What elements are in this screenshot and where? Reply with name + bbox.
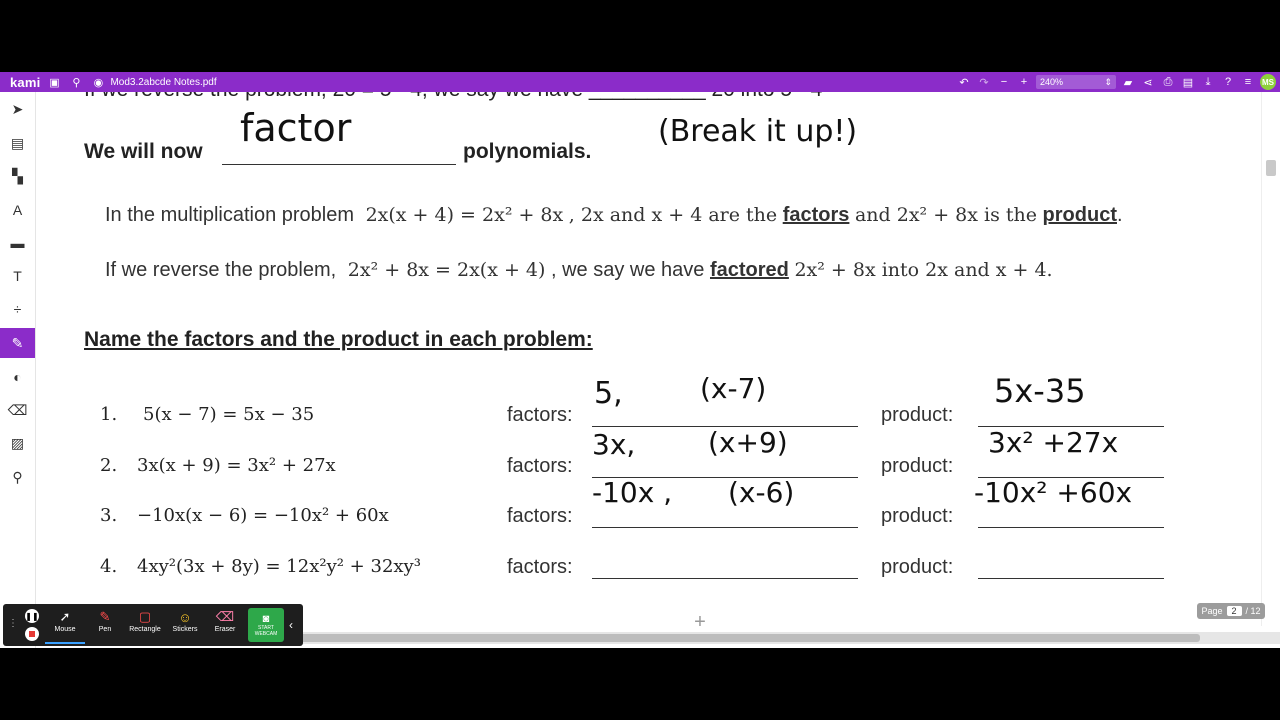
comment-tool-icon[interactable]: ▬ (0, 228, 35, 258)
rectangle-button[interactable]: ▢ Rectangle (125, 608, 165, 642)
horizontal-scroll-thumb[interactable] (300, 634, 1200, 642)
handwritten-factor-1: -10x , (592, 476, 673, 509)
eraser-button[interactable]: ⌫ Eraser (205, 608, 245, 642)
print-icon[interactable]: ⎙ (1160, 76, 1176, 89)
zoom-in-icon[interactable]: + (1016, 76, 1032, 88)
share-icon[interactable]: ⋖ (1140, 76, 1156, 89)
horizontal-scrollbar[interactable] (300, 632, 1280, 644)
text-tool-icon[interactable]: T (0, 261, 35, 291)
search-icon[interactable]: ⚲ (68, 76, 84, 89)
handwritten-factor-1: 5, (594, 376, 623, 411)
reverse-line: If we reverse the problem, 2x² + 8x = 2x… (105, 259, 1053, 281)
problem-equation: 4xy²(3x + 8y) = 12x²y² + 32xy³ (137, 556, 421, 577)
redo-icon[interactable]: ↷ (976, 76, 992, 89)
multiplication-line: In the multiplication problem 2x(x + 4) … (105, 204, 1123, 226)
download-icon[interactable]: ⤓ (1200, 76, 1216, 89)
equation-tool-icon[interactable]: ÷ (0, 294, 35, 324)
stop-button[interactable] (25, 627, 39, 641)
collapse-chevron-icon[interactable]: ‹ (289, 618, 293, 632)
signature-tool-icon[interactable]: ⚲ (0, 462, 35, 492)
product-line (978, 527, 1164, 528)
intro-blank-line (222, 164, 456, 165)
help-icon[interactable]: ? (1220, 76, 1236, 88)
zoom-select[interactable]: 240% ⇕ (1036, 75, 1116, 89)
handwritten-factor-2: (x+9) (708, 426, 788, 459)
left-toolbar: ➤ ▤ ▚ A ▬ T ÷ ✎ ◐ ⌫ ▨ ⚲ (0, 92, 36, 648)
kami-app: kami ▣ ⚲ ◉ Mod3.2abcde Notes.pdf ↶ ↷ − +… (0, 72, 1280, 648)
avatar[interactable]: MS (1260, 74, 1276, 90)
vertical-scrollbar[interactable] (1261, 92, 1280, 626)
handwritten-product: 5x-35 (994, 372, 1086, 410)
menu-icon[interactable]: ≡ (1240, 76, 1256, 88)
chevron-updown-icon: ⇕ (1104, 76, 1112, 87)
sidebar-toggle-icon[interactable]: ▣ (46, 76, 62, 89)
eraser-tool-icon[interactable]: ⌫ (0, 395, 35, 425)
page-indicator: Page 2 / 12 (1197, 603, 1265, 619)
factors-line (592, 527, 858, 528)
handwritten-factor: factor (240, 106, 352, 150)
right-toolbar: ↶ ↷ − + 240% ⇕ ▰ ⋖ ⎙ ▤ ⤓ ? ≡ MS (956, 72, 1276, 92)
product-line (978, 578, 1164, 579)
handwritten-factor-2: (x-6) (728, 476, 795, 509)
page-number-input[interactable]: 2 (1226, 606, 1242, 616)
undo-icon[interactable]: ↶ (956, 76, 972, 89)
problem-equation: 5(x − 7) = 5x − 35 (143, 404, 315, 425)
handwritten-break-it-up: (Break it up!) (658, 114, 858, 149)
handwritten-product: 3x² +27x (988, 426, 1119, 459)
top-toolbar: kami ▣ ⚲ ◉ Mod3.2abcde Notes.pdf ↶ ↷ − +… (0, 72, 1280, 92)
stickers-button[interactable]: ☺ Stickers (165, 608, 205, 642)
crosshair-cursor-icon: + (694, 611, 706, 633)
section-title: Name the factors and the product in each… (84, 328, 593, 351)
mouse-button[interactable]: ➚ Mouse (45, 608, 85, 644)
cursor-icon: ➚ (59, 609, 71, 624)
markup-tool-icon[interactable]: A (0, 195, 35, 225)
rectangle-icon: ▢ (138, 609, 152, 624)
handwritten-factor-1: 3x, (592, 428, 636, 461)
cut-off-line: If we reverse the problem, 20 = 5 · 4, w… (84, 92, 822, 102)
problem-equation: 3x(x + 9) = 3x² + 27x (137, 455, 336, 476)
pen-button[interactable]: ✎ Pen (85, 608, 125, 642)
recording-toolbar: ⋮ ❚❚ ➚ Mouse ✎ Pen ▢ Rectangle ☺ Sticker… (3, 604, 303, 646)
zoom-value: 240% (1040, 77, 1064, 87)
intro-right: polynomials. (463, 140, 592, 163)
smiley-icon: ☺ (178, 609, 192, 625)
intro-left: We will now (84, 140, 203, 163)
image-tool-icon[interactable]: ▨ (0, 428, 35, 458)
book-tool-icon[interactable]: ▤ (0, 128, 35, 158)
kami-logo: kami (10, 74, 41, 90)
highlighter-tool-icon[interactable]: ▚ (0, 161, 35, 191)
select-tool-icon[interactable]: ➤ (0, 94, 35, 124)
drag-handle-icon[interactable]: ⋮ (8, 618, 18, 629)
factors-line (592, 578, 858, 579)
handwritten-factor-2: (x-7) (700, 372, 767, 405)
vertical-scroll-thumb[interactable] (1266, 160, 1276, 176)
eraser-icon: ⌫ (215, 609, 235, 624)
zoom-out-icon[interactable]: − (996, 76, 1012, 88)
webcam-icon: ◙ (262, 613, 270, 625)
stop-icon (29, 631, 35, 637)
handwritten-product: -10x² +60x (974, 476, 1133, 509)
start-webcam-button[interactable]: ◙ START WEBCAM (248, 608, 284, 642)
drive-icon: ◉ (93, 76, 104, 89)
pen-icon: ✎ (99, 609, 111, 624)
folder-icon[interactable]: ▰ (1120, 76, 1136, 89)
pause-icon[interactable]: ❚❚ (25, 609, 39, 623)
problem-equation: −10x(x − 6) = −10x² + 60x (137, 505, 389, 526)
pdf-page: If we reverse the problem, 20 = 5 · 4, w… (36, 92, 1262, 626)
save-icon[interactable]: ▤ (1180, 76, 1196, 89)
file-name[interactable]: Mod3.2abcde Notes.pdf (110, 77, 216, 88)
shapes-tool-icon[interactable]: ◐ (0, 362, 35, 392)
drawing-tool-icon[interactable]: ✎ (0, 328, 35, 358)
